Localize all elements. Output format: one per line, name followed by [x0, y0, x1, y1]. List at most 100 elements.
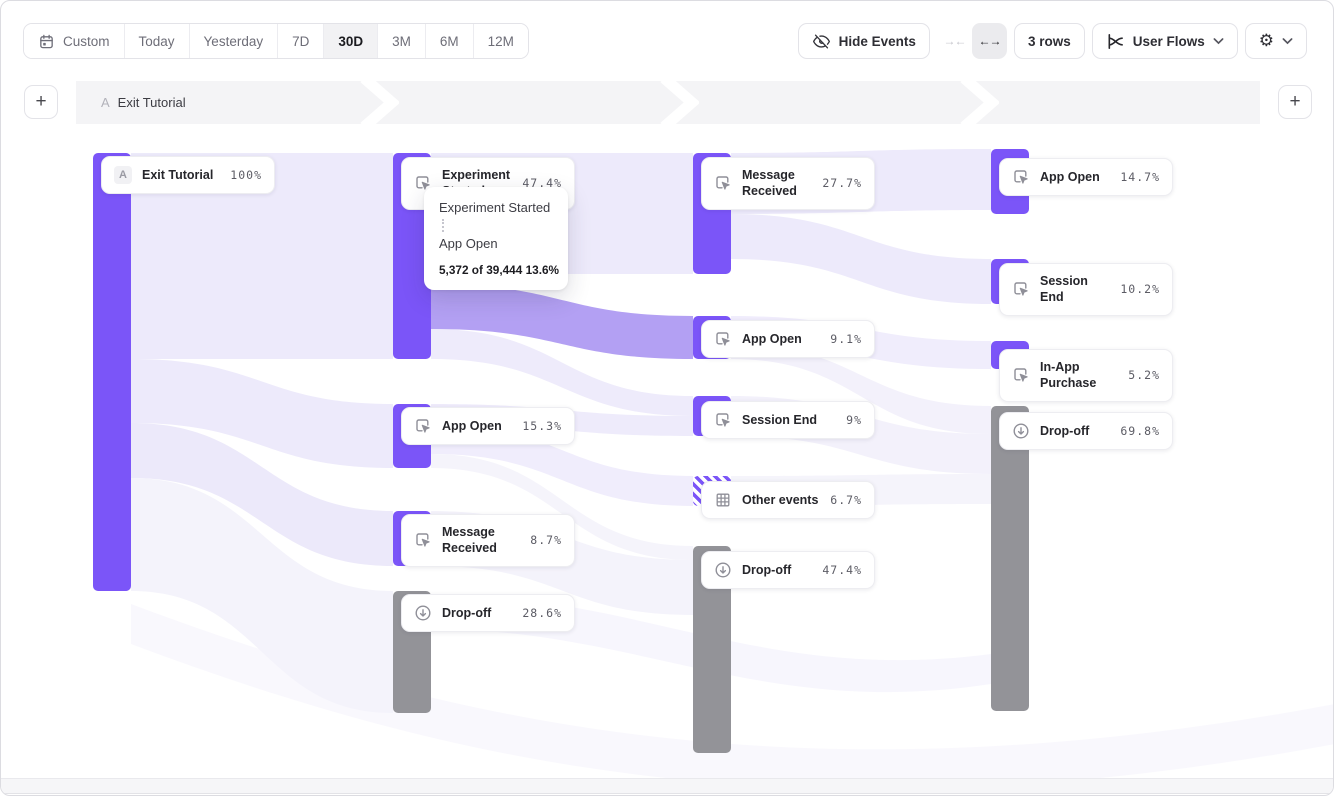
flow-bar-exit-tutorial[interactable]	[93, 153, 131, 591]
node-card-session-end-4[interactable]: Session End 10.2%	[999, 263, 1173, 316]
date-tab-3m[interactable]: 3M	[378, 24, 426, 58]
view-selector-label: User Flows	[1133, 34, 1205, 49]
flow-bar-drop-off-4[interactable]	[991, 406, 1029, 711]
node-card-drop-off-2[interactable]: Drop-off 28.6%	[401, 594, 575, 632]
add-step-left-button[interactable]: +	[24, 85, 58, 119]
node-card-session-end-3[interactable]: Session End 9%	[701, 401, 875, 439]
node-label: Other events	[742, 492, 820, 508]
date-tab-today[interactable]: Today	[125, 24, 190, 58]
event-icon	[714, 174, 732, 192]
date-tab-6m[interactable]: 6M	[426, 24, 474, 58]
settings-dropdown[interactable]: ⚙	[1245, 23, 1307, 59]
node-card-drop-off-3[interactable]: Drop-off 47.4%	[701, 551, 875, 589]
step-chevron-separator	[959, 81, 999, 124]
plus-icon: +	[35, 91, 46, 113]
node-label: Exit Tutorial	[142, 167, 220, 183]
drop-off-icon	[1012, 422, 1030, 440]
node-card-exit-tutorial[interactable]: A Exit Tutorial 100%	[101, 156, 275, 194]
node-card-app-open-3[interactable]: App Open 9.1%	[701, 320, 875, 358]
date-range-picker: Custom Today Yesterday 7D 30D 3M 6M 12M	[23, 23, 529, 59]
date-tab-label: Custom	[63, 34, 110, 49]
node-percentage: 69.8%	[1120, 424, 1160, 438]
flow-links-layer	[1, 124, 1334, 778]
date-tab-label: 6M	[440, 34, 459, 49]
tooltip-connector-dots	[442, 219, 444, 232]
date-tab-label: 7D	[292, 34, 309, 49]
node-card-in-app-purchase-4[interactable]: In-App Purchase 5.2%	[999, 349, 1173, 402]
date-tab-label: 3M	[392, 34, 411, 49]
node-label: Message Received	[442, 524, 520, 557]
date-tab-12m[interactable]: 12M	[474, 24, 528, 58]
date-tab-label: 12M	[488, 34, 514, 49]
date-tab-custom[interactable]: Custom	[24, 24, 125, 58]
sankey-canvas: A Exit Tutorial 100% Experiment Started …	[1, 124, 1334, 778]
step-badge: A	[101, 95, 110, 110]
rows-button[interactable]: 3 rows	[1014, 23, 1085, 59]
node-percentage: 10.2%	[1120, 282, 1160, 296]
date-tab-7d[interactable]: 7D	[278, 24, 324, 58]
event-icon	[1012, 280, 1030, 298]
drop-off-icon	[414, 604, 432, 622]
node-label: Message Received	[742, 167, 812, 200]
step-a-badge: A	[114, 166, 132, 184]
flow-link-tooltip: Experiment Started App Open 5,372 of 39,…	[424, 187, 568, 290]
node-card-app-open-2[interactable]: App Open 15.3%	[401, 407, 575, 445]
hide-events-label: Hide Events	[839, 34, 916, 49]
node-card-message-received-3[interactable]: Message Received 27.7%	[701, 157, 875, 210]
date-tab-yesterday[interactable]: Yesterday	[190, 24, 279, 58]
canvas-footer-scroll-strip	[1, 778, 1333, 794]
tooltip-stats: 5,372 of 39,444 13.6%	[439, 263, 553, 277]
toolbar: Custom Today Yesterday 7D 30D 3M 6M 12M …	[23, 23, 1307, 59]
toolbar-right-cluster: Hide Events →← ←→ 3 rows User Flows ⚙	[798, 23, 1307, 59]
expand-columns-button[interactable]: ←→	[972, 23, 1007, 59]
node-percentage: 15.3%	[522, 419, 562, 433]
node-percentage: 27.7%	[822, 176, 862, 190]
node-card-drop-off-4[interactable]: Drop-off 69.8%	[999, 412, 1173, 450]
node-percentage: 9%	[846, 413, 862, 427]
collapse-expand-toggle: →← ←→	[937, 23, 1007, 59]
node-card-message-received-2[interactable]: Message Received 8.7%	[401, 514, 575, 567]
node-percentage: 47.4%	[822, 563, 862, 577]
node-percentage: 14.7%	[1120, 170, 1160, 184]
collapse-arrows-icon: →←	[943, 34, 965, 48]
expand-arrows-icon: ←→	[978, 34, 1000, 48]
node-percentage: 6.7%	[830, 493, 862, 507]
flow-link-message-session4[interactable]	[731, 214, 991, 304]
event-icon	[1012, 366, 1030, 384]
event-icon	[714, 330, 732, 348]
node-label: Drop-off	[442, 605, 512, 621]
step-chevron-separator	[359, 81, 399, 124]
rows-label: 3 rows	[1028, 34, 1071, 49]
node-percentage: 8.7%	[530, 533, 562, 547]
hide-events-button[interactable]: Hide Events	[798, 23, 930, 59]
node-label: In-App Purchase	[1040, 359, 1118, 392]
collapse-columns-button[interactable]: →←	[937, 23, 972, 59]
node-card-app-open-4[interactable]: App Open 14.7%	[999, 158, 1173, 196]
date-tab-30d[interactable]: 30D	[324, 24, 378, 58]
node-card-other-events-3[interactable]: Other events 6.7%	[701, 481, 875, 519]
event-icon	[414, 531, 432, 549]
step-name: Exit Tutorial	[118, 95, 186, 110]
user-flows-window: Custom Today Yesterday 7D 30D 3M 6M 12M …	[0, 0, 1334, 796]
drop-off-icon	[714, 561, 732, 579]
tooltip-target-event: App Open	[439, 236, 553, 251]
date-tab-label: Yesterday	[204, 34, 264, 49]
date-tab-label: Today	[139, 34, 175, 49]
plus-icon: +	[1289, 91, 1300, 113]
node-percentage: 28.6%	[522, 606, 562, 620]
eye-off-icon	[812, 32, 831, 51]
calendar-icon	[38, 33, 55, 50]
node-label: Drop-off	[1040, 423, 1110, 439]
tooltip-source-event: Experiment Started	[439, 200, 553, 215]
node-label: Session End	[1040, 273, 1110, 306]
node-percentage: 9.1%	[830, 332, 862, 346]
date-tab-label: 30D	[338, 34, 363, 49]
step-cell-exit-tutorial[interactable]: A Exit Tutorial	[101, 81, 186, 124]
node-percentage: 100%	[230, 168, 262, 182]
view-selector-dropdown[interactable]: User Flows	[1092, 23, 1238, 59]
node-label: App Open	[442, 418, 512, 434]
user-flows-icon	[1106, 32, 1125, 51]
node-percentage: 5.2%	[1128, 368, 1160, 382]
add-step-right-button[interactable]: +	[1278, 85, 1312, 119]
event-icon	[1012, 168, 1030, 186]
